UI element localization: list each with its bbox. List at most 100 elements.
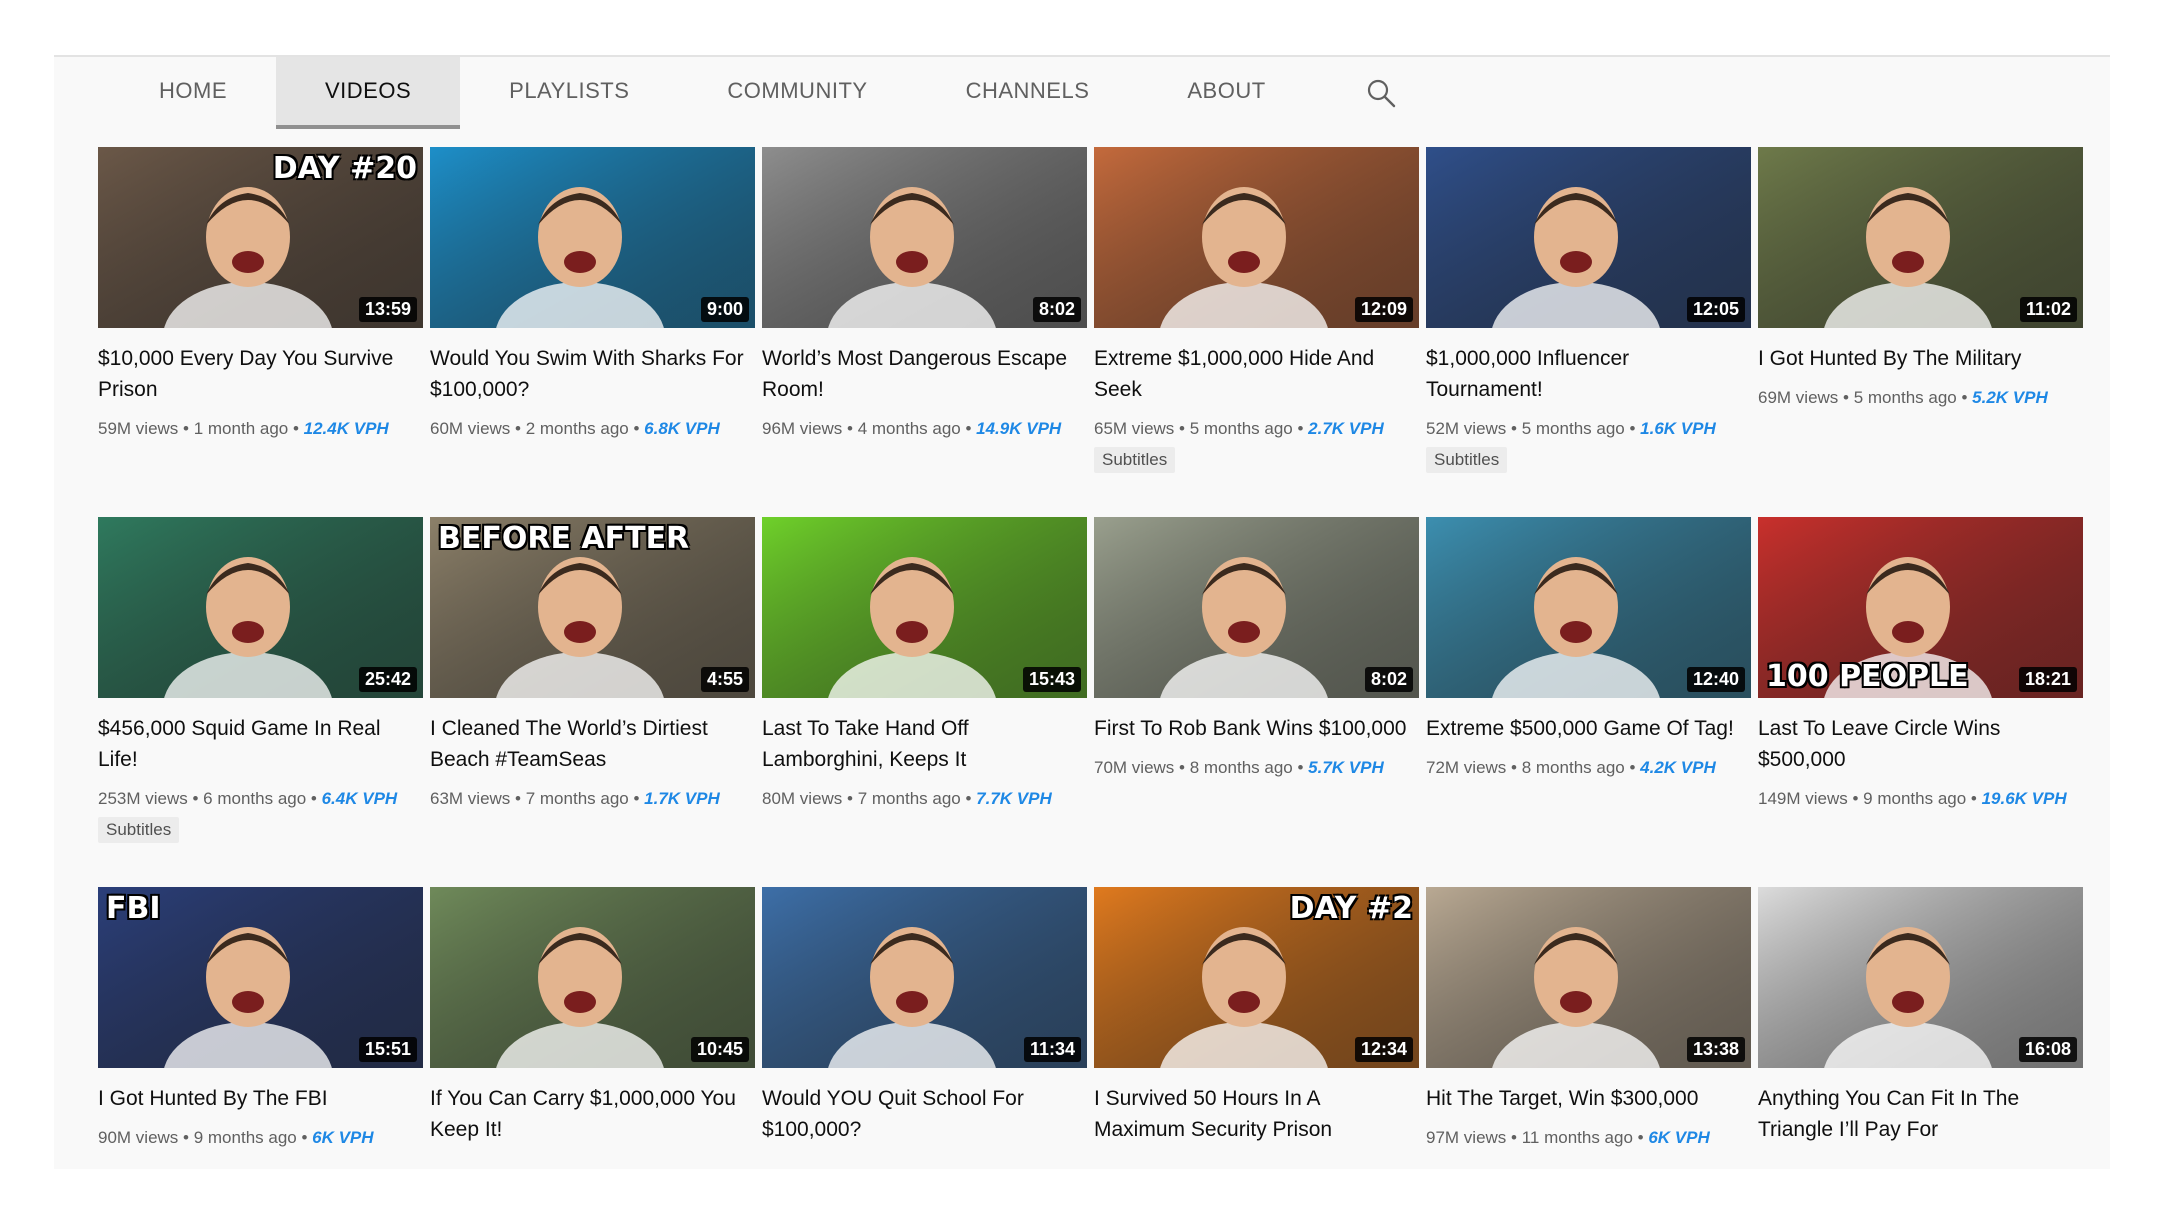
video-thumbnail[interactable]: DAY #20 13:59: [98, 147, 423, 328]
video-thumbnail[interactable]: 12:40: [1426, 517, 1751, 698]
separator-dot: •: [1838, 388, 1854, 407]
video-card[interactable]: 13:38 Hit The Target, Win $300,000 97M vie…: [1426, 887, 1751, 1169]
video-title[interactable]: First To Rob Bank Wins $100,000: [1094, 713, 1419, 744]
duration-badge: 15:51: [358, 1037, 417, 1062]
video-title[interactable]: Last To Take Hand Off Lamborghini, Keeps…: [762, 713, 1087, 775]
video-thumbnail[interactable]: 8:02: [1094, 517, 1419, 698]
duration-badge: 25:42: [358, 667, 417, 692]
video-meta: 65M views • 5 months ago • 2.7K VPH: [1094, 415, 1419, 443]
video-title[interactable]: Extreme $1,000,000 Hide And Seek: [1094, 343, 1419, 405]
duration-badge: 15:43: [1022, 667, 1081, 692]
video-card[interactable]: 100 PEOPLE 18:21 Last To Leave Circle Wins…: [1758, 517, 2083, 887]
video-thumbnail[interactable]: 25:42: [98, 517, 423, 698]
separator-dot: •: [1506, 758, 1522, 777]
video-card[interactable]: FBI 15:51 I Got Hunted By The FBI 90M views…: [98, 887, 423, 1169]
video-card[interactable]: 12:05 $1,000,000 Influencer Tournament! 52…: [1426, 147, 1751, 517]
view-count: 52M views: [1426, 419, 1507, 438]
video-title[interactable]: $456,000 Squid Game In Real Life!: [98, 713, 423, 775]
duration-badge: 11:02: [2019, 297, 2077, 322]
video-thumbnail[interactable]: FBI 15:51: [98, 887, 423, 1068]
video-title[interactable]: I Got Hunted By The FBI: [98, 1083, 423, 1114]
separator-dot: •: [1506, 1128, 1522, 1147]
video-title[interactable]: Extreme $500,000 Game Of Tag!: [1426, 713, 1751, 744]
tab-community[interactable]: COMMUNITY: [678, 57, 916, 129]
separator-dot: •: [510, 789, 526, 808]
video-card[interactable]: 9:00 Would You Swim With Sharks For $100,…: [430, 147, 755, 517]
video-card[interactable]: 12:09 Extreme $1,000,000 Hide And Seek 65M…: [1094, 147, 1419, 517]
video-title[interactable]: World’s Most Dangerous Escape Room!: [762, 343, 1087, 405]
video-thumbnail[interactable]: 12:05: [1426, 147, 1751, 328]
separator-dot: •: [1966, 789, 1982, 808]
vph-stat: 5.2K VPH: [1972, 388, 2048, 407]
channel-tabs: HOME VIDEOS PLAYLISTS COMMUNITY CHANNELS…: [54, 57, 2110, 129]
view-count: 65M views: [1094, 419, 1175, 438]
tab-videos[interactable]: VIDEOS: [276, 57, 461, 129]
duration-badge: 12:34: [1354, 1037, 1413, 1062]
separator-dot: •: [510, 419, 526, 438]
video-thumbnail[interactable]: 15:43: [762, 517, 1087, 698]
video-card[interactable]: 8:02 World’s Most Dangerous Escape Room! 9…: [762, 147, 1087, 517]
separator-dot: •: [1506, 419, 1522, 438]
video-title[interactable]: Would You Swim With Sharks For $100,000?: [430, 343, 755, 405]
separator-dot: •: [1956, 388, 1973, 407]
video-card[interactable]: BEFORE AFTER 4:55 I Cleaned The World’s Di…: [430, 517, 755, 887]
duration-badge: 13:59: [358, 297, 417, 322]
video-thumbnail[interactable]: 13:38: [1426, 887, 1751, 1068]
duration-badge: 8:02: [1364, 667, 1413, 692]
video-title[interactable]: Last To Leave Circle Wins $500,000: [1758, 713, 2083, 775]
tab-playlists[interactable]: PLAYLISTS: [460, 57, 678, 129]
video-title[interactable]: $10,000 Every Day You Survive Prison: [98, 343, 423, 405]
tab-channels[interactable]: CHANNELS: [917, 57, 1139, 129]
separator-dot: •: [842, 789, 858, 808]
video-thumbnail[interactable]: DAY #2 12:34: [1094, 887, 1419, 1068]
video-thumbnail[interactable]: BEFORE AFTER 4:55: [430, 517, 755, 698]
video-title[interactable]: Hit The Target, Win $300,000: [1426, 1083, 1751, 1114]
separator-dot: •: [1174, 758, 1190, 777]
channel-search-button[interactable]: [1315, 57, 1427, 129]
upload-age: 5 months ago: [1521, 419, 1625, 438]
video-meta: 72M views • 8 months ago • 4.2K VPH: [1426, 754, 1751, 782]
video-card[interactable]: 11:02 I Got Hunted By The Military 69M vie…: [1758, 147, 2083, 517]
video-thumbnail[interactable]: 9:00: [430, 147, 755, 328]
view-count: 72M views: [1426, 758, 1507, 777]
tab-home[interactable]: HOME: [110, 57, 276, 129]
video-card[interactable]: DAY #2 12:34 I Survived 50 Hours In A Maxi…: [1094, 887, 1419, 1169]
vph-stat: 6K VPH: [1648, 1128, 1710, 1147]
video-card[interactable]: 10:45 If You Can Carry $1,000,000 You Kee…: [430, 887, 755, 1169]
separator-dot: •: [1624, 419, 1641, 438]
vph-stat: 12.4K VPH: [303, 419, 389, 438]
video-title[interactable]: I Cleaned The World’s Dirtiest Beach #Te…: [430, 713, 755, 775]
video-card[interactable]: 25:42 $456,000 Squid Game In Real Life! 25…: [98, 517, 423, 887]
video-meta: 97M views • 11 months ago • 6K VPH: [1426, 1124, 1751, 1152]
video-thumbnail[interactable]: 100 PEOPLE 18:21: [1758, 517, 2083, 698]
video-card[interactable]: 15:43 Last To Take Hand Off Lamborghini, …: [762, 517, 1087, 887]
view-count: 253M views: [98, 789, 188, 808]
video-thumbnail[interactable]: 10:45: [430, 887, 755, 1068]
video-thumbnail[interactable]: 11:34: [762, 887, 1087, 1068]
video-title[interactable]: I Got Hunted By The Military: [1758, 343, 2083, 374]
upload-age: 4 months ago: [857, 419, 961, 438]
video-card[interactable]: 8:02 First To Rob Bank Wins $100,000 70M v…: [1094, 517, 1419, 887]
video-title[interactable]: If You Can Carry $1,000,000 You Keep It!: [430, 1083, 755, 1145]
video-thumbnail[interactable]: 11:02: [1758, 147, 2083, 328]
video-title[interactable]: Anything You Can Fit In The Triangle I’l…: [1758, 1083, 2083, 1145]
video-meta: 52M views • 5 months ago • 1.6K VPH: [1426, 415, 1751, 443]
video-title[interactable]: $1,000,000 Influencer Tournament!: [1426, 343, 1751, 405]
tab-about[interactable]: ABOUT: [1138, 57, 1314, 129]
video-thumbnail[interactable]: 8:02: [762, 147, 1087, 328]
video-title[interactable]: I Survived 50 Hours In A Maximum Securit…: [1094, 1083, 1419, 1145]
separator-dot: •: [1292, 419, 1309, 438]
video-thumbnail[interactable]: 12:09: [1094, 147, 1419, 328]
video-meta: 253M views • 6 months ago • 6.4K VPH: [98, 785, 423, 813]
duration-badge: 4:55: [700, 667, 749, 692]
video-card[interactable]: DAY #20 13:59 $10,000 Every Day You Surviv…: [98, 147, 423, 517]
view-count: 80M views: [762, 789, 843, 808]
video-card[interactable]: 11:34 Would YOU Quit School For $100,000?: [762, 887, 1087, 1169]
video-card[interactable]: 12:40 Extreme $500,000 Game Of Tag! 72M vi…: [1426, 517, 1751, 887]
video-card[interactable]: 16:08 Anything You Can Fit In The Triangl…: [1758, 887, 2083, 1169]
separator-dot: •: [1174, 419, 1190, 438]
thumbnail-overlay-text: 100 PEOPLE: [1766, 659, 1969, 694]
video-thumbnail[interactable]: 16:08: [1758, 887, 2083, 1068]
video-title[interactable]: Would YOU Quit School For $100,000?: [762, 1083, 1087, 1145]
vph-stat: 14.9K VPH: [976, 419, 1062, 438]
